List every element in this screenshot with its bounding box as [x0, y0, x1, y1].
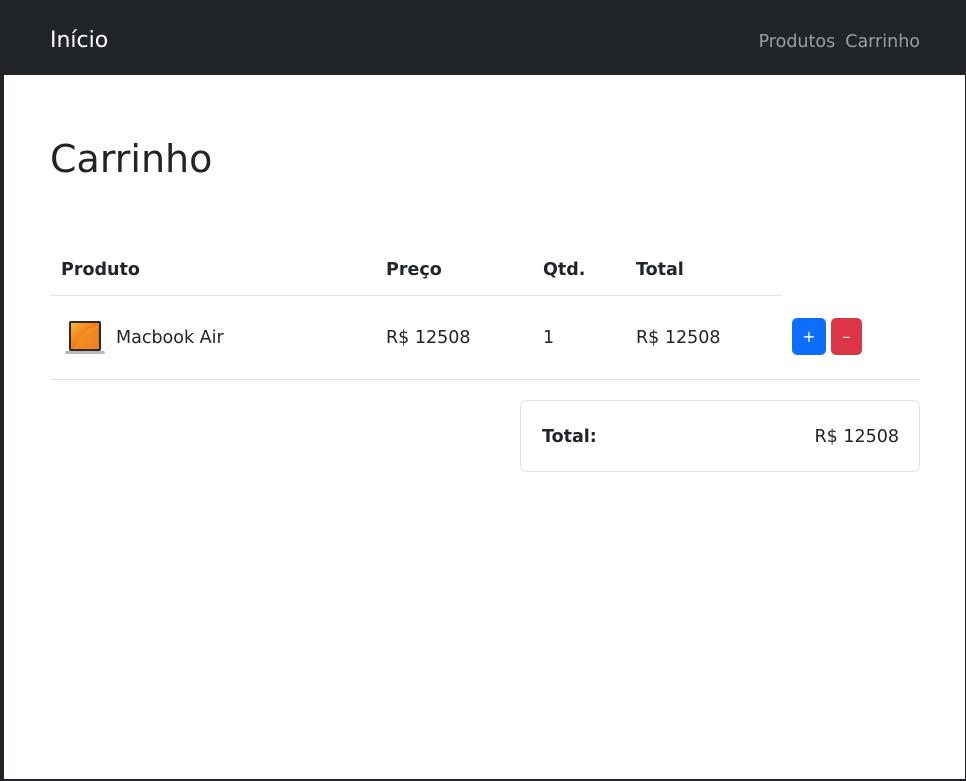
column-header-qtd: Qtd.: [543, 260, 586, 280]
product-quantity: 1: [543, 328, 555, 348]
product-name: Macbook Air: [116, 328, 224, 348]
column-header-total: Total: [636, 260, 684, 280]
brand-home-link[interactable]: Início: [50, 26, 108, 56]
main-content: Carrinho Produto Preço Qtd. Total Macboo…: [4, 75, 965, 779]
cart-total-card: Total: R$ 12508: [520, 400, 920, 472]
column-header-preco: Preço: [386, 260, 442, 280]
table-header: Produto Preço Qtd. Total: [50, 245, 782, 296]
column-header-produto: Produto: [61, 260, 140, 280]
table-row: Macbook Air R$ 12508 1 R$ 12508 + –: [50, 296, 920, 380]
row-total: R$ 12508: [636, 328, 721, 348]
nav-link-produtos[interactable]: Produtos: [759, 30, 836, 54]
cart-total-label: Total:: [542, 427, 597, 447]
product-price: R$ 12508: [386, 328, 471, 348]
page-title: Carrinho: [50, 137, 213, 181]
nav-links: Produtos Carrinho: [759, 30, 920, 54]
nav-link-carrinho[interactable]: Carrinho: [845, 30, 920, 54]
laptop-thumbnail-icon: [65, 321, 105, 354]
browser-frame: Início Produtos Carrinho Carrinho Produt…: [0, 0, 966, 781]
decrement-quantity-button[interactable]: –: [831, 318, 862, 355]
cart-total-value: R$ 12508: [814, 427, 899, 447]
navbar: Início Produtos Carrinho: [4, 4, 966, 75]
increment-quantity-button[interactable]: +: [792, 318, 826, 355]
